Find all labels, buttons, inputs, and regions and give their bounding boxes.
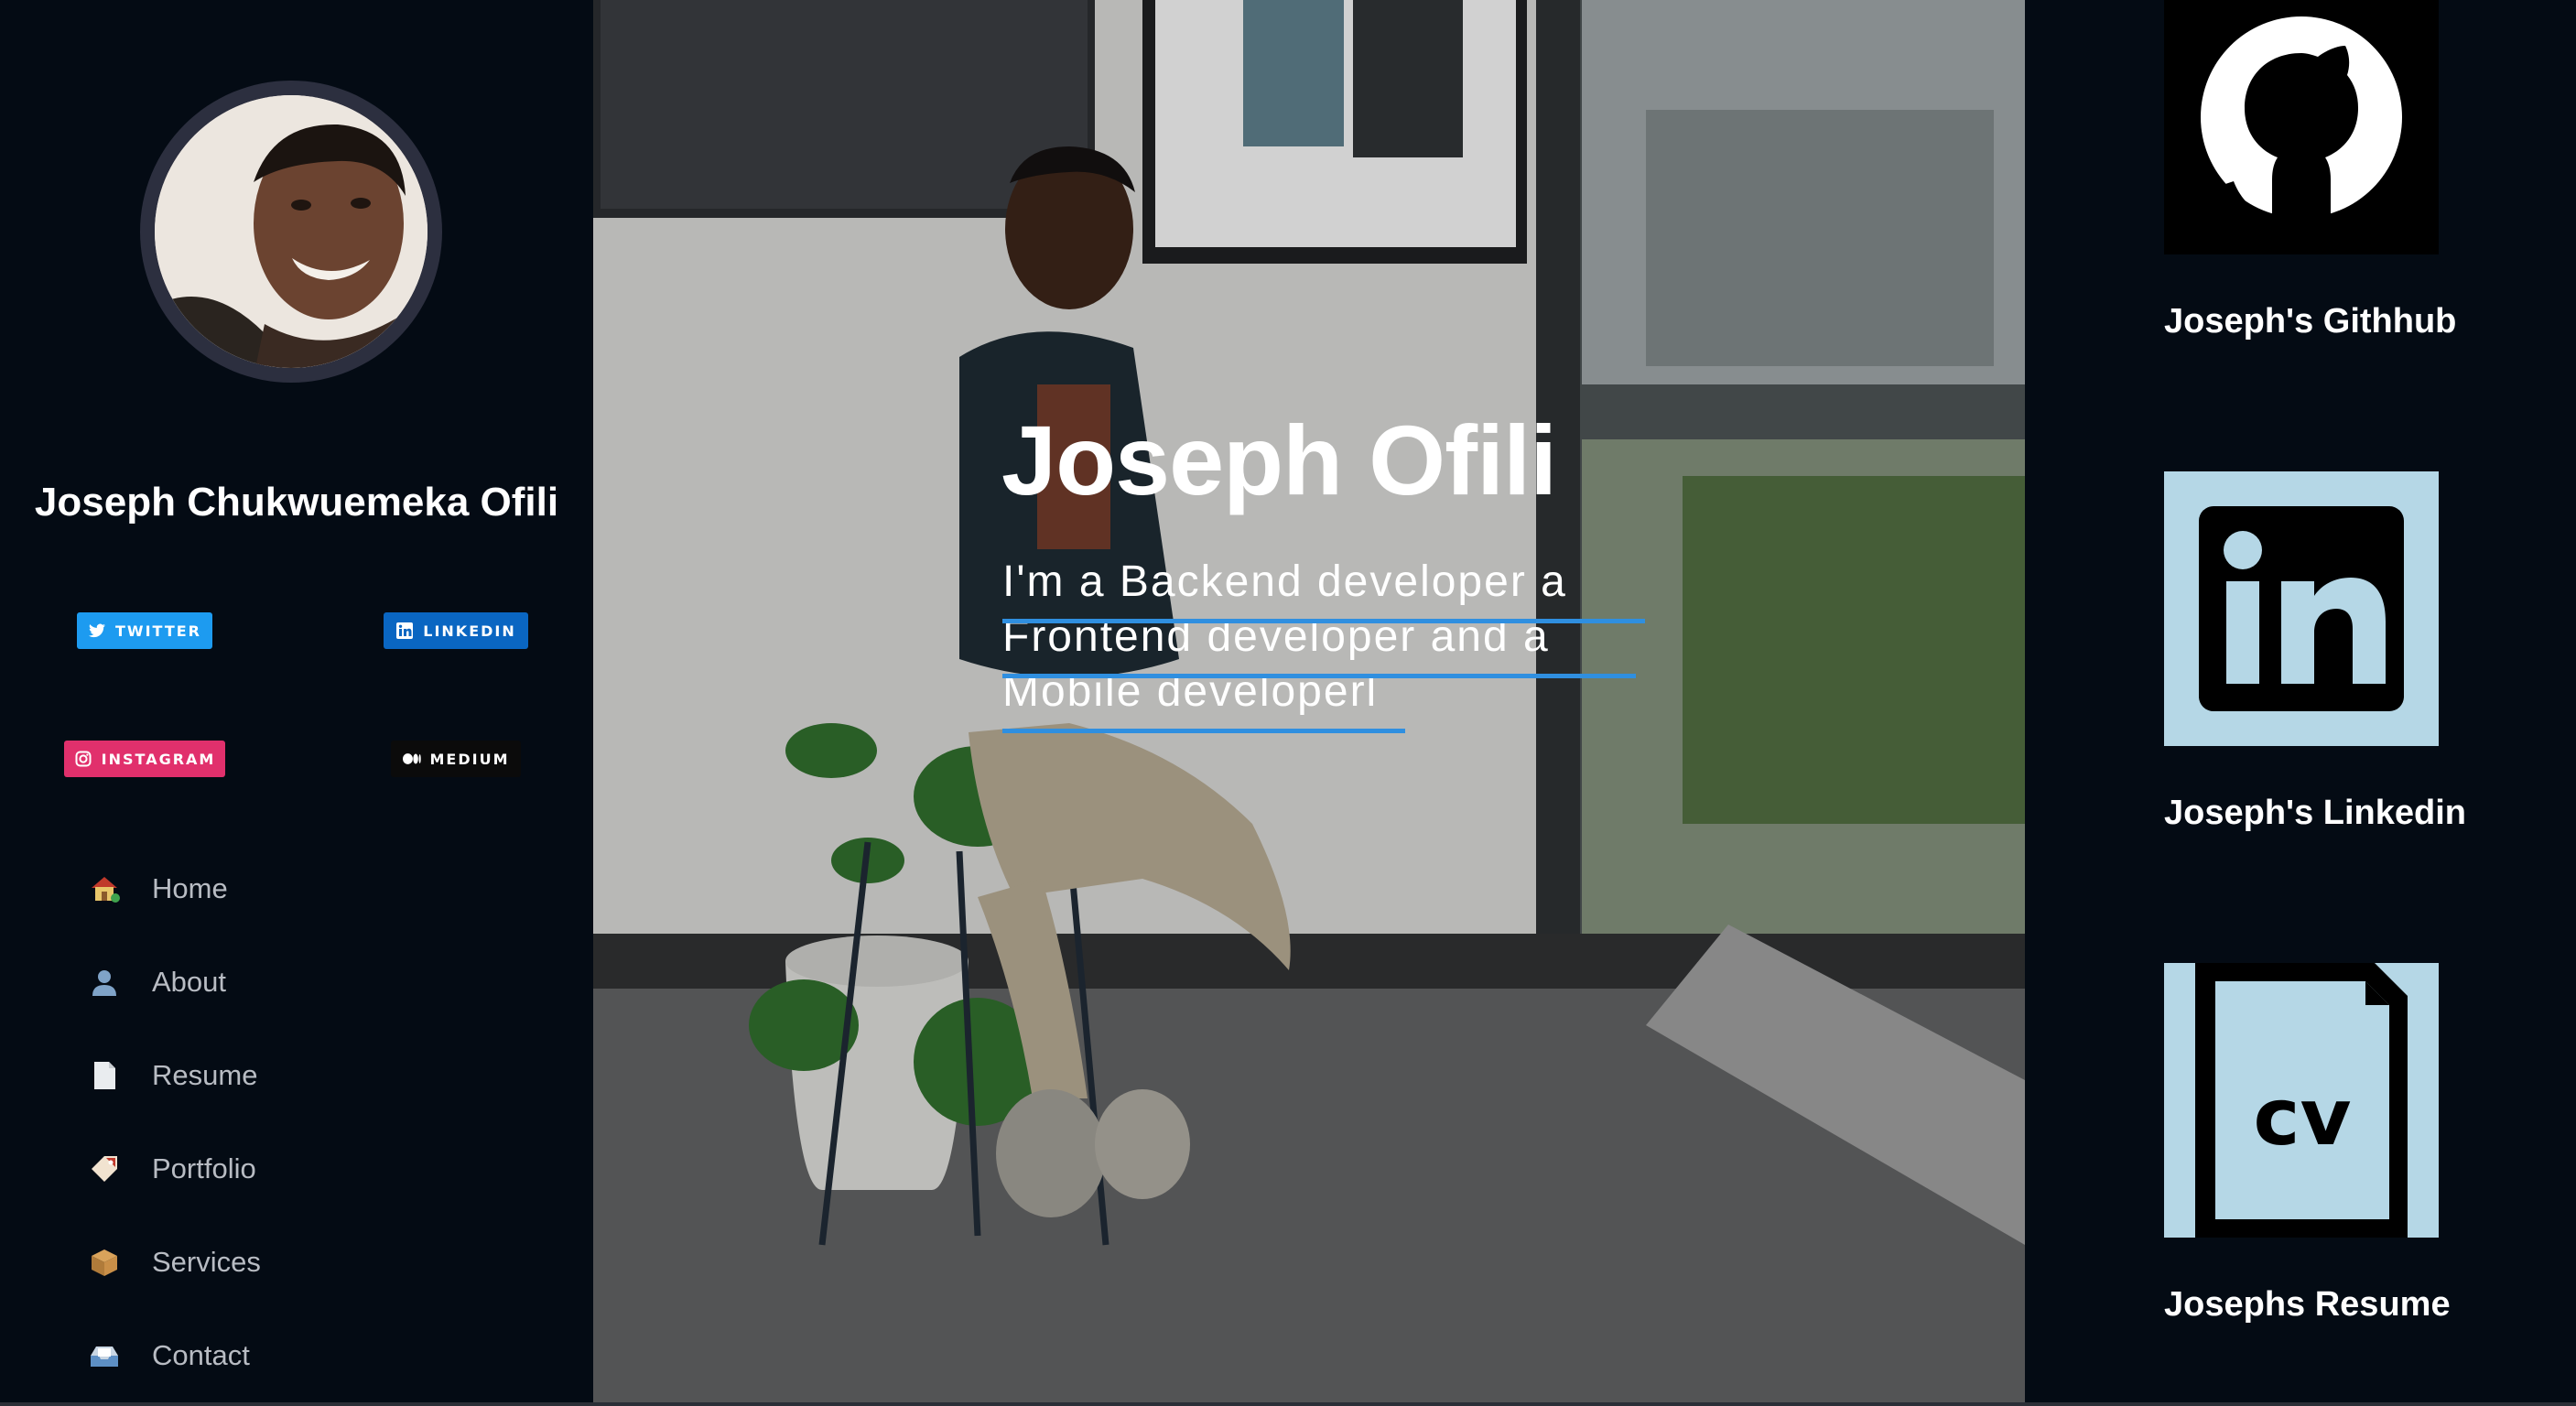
nav-item-services[interactable]: Services bbox=[84, 1216, 261, 1309]
hero-subtitle: I'm a Backend developer a Frontend devel… bbox=[1002, 557, 1567, 716]
nav-label-home: Home bbox=[152, 872, 228, 904]
twitter-label: TWITTER bbox=[115, 622, 201, 640]
person-icon bbox=[84, 962, 124, 1002]
instagram-label: INSTAGRAM bbox=[101, 750, 216, 768]
linkedin-button[interactable]: LINKEDIN bbox=[384, 612, 528, 649]
package-icon bbox=[84, 1242, 124, 1282]
nav-label-portfolio: Portfolio bbox=[152, 1152, 256, 1184]
profile-name: Joseph Chukwuemeka Ofili bbox=[34, 480, 559, 525]
nav-item-portfolio[interactable]: Portfolio bbox=[84, 1122, 261, 1216]
github-link-card[interactable] bbox=[2164, 0, 2439, 275]
github-icon bbox=[2164, 0, 2439, 254]
typed-underline bbox=[1002, 729, 1405, 733]
sidebar-nav: Home About Resume Portfolio Services Con… bbox=[84, 842, 261, 1402]
linkedin-logo-icon bbox=[2164, 471, 2439, 746]
avatar bbox=[140, 81, 442, 383]
nav-label-contact: Contact bbox=[152, 1339, 250, 1371]
cv-document-icon: cv bbox=[2164, 963, 2439, 1238]
twitter-button[interactable]: TWITTER bbox=[77, 612, 212, 649]
hero-section: Joseph Ofili I'm a Backend developer a F… bbox=[593, 0, 2025, 1402]
bottom-divider bbox=[0, 1402, 2576, 1406]
instagram-button[interactable]: INSTAGRAM bbox=[64, 741, 225, 777]
linkedin-label: LINKEDIN bbox=[423, 622, 516, 640]
linkedin-link-card[interactable] bbox=[2164, 471, 2439, 746]
nav-item-contact[interactable]: Contact bbox=[84, 1309, 261, 1402]
nav-label-resume: Resume bbox=[152, 1059, 258, 1091]
typed-underline bbox=[1002, 619, 1645, 623]
house-icon bbox=[84, 869, 124, 909]
avatar-photo bbox=[155, 95, 428, 368]
hero-title: Joseph Ofili bbox=[1001, 405, 1557, 515]
resume-link-label[interactable]: Josephs Resume bbox=[2164, 1285, 2451, 1325]
medium-icon bbox=[402, 750, 421, 768]
links-panel: Joseph's Githhub Joseph's Linkedin cv Jo… bbox=[2025, 0, 2576, 1402]
nav-label-services: Services bbox=[152, 1246, 261, 1278]
tag-icon bbox=[84, 1149, 124, 1189]
medium-label: MEDIUM bbox=[429, 750, 510, 768]
linkedin-icon bbox=[395, 622, 414, 640]
svg-text:cv: cv bbox=[2253, 1072, 2351, 1163]
nav-item-resume[interactable]: Resume bbox=[84, 1029, 261, 1122]
instagram-icon bbox=[74, 750, 92, 768]
twitter-icon bbox=[88, 622, 106, 640]
github-link-label[interactable]: Joseph's Githhub bbox=[2164, 302, 2456, 341]
inbox-icon bbox=[84, 1336, 124, 1376]
medium-button[interactable]: MEDIUM bbox=[391, 741, 521, 777]
nav-item-home[interactable]: Home bbox=[84, 842, 261, 936]
sidebar: Joseph Chukwuemeka Ofili TWITTER LINKEDI… bbox=[0, 0, 593, 1402]
nav-item-about[interactable]: About bbox=[84, 936, 261, 1029]
resume-link-card[interactable]: cv bbox=[2164, 963, 2439, 1238]
linkedin-link-label[interactable]: Joseph's Linkedin bbox=[2164, 794, 2466, 833]
document-icon bbox=[84, 1055, 124, 1096]
nav-label-about: About bbox=[152, 966, 227, 998]
typed-underline bbox=[1002, 674, 1636, 678]
